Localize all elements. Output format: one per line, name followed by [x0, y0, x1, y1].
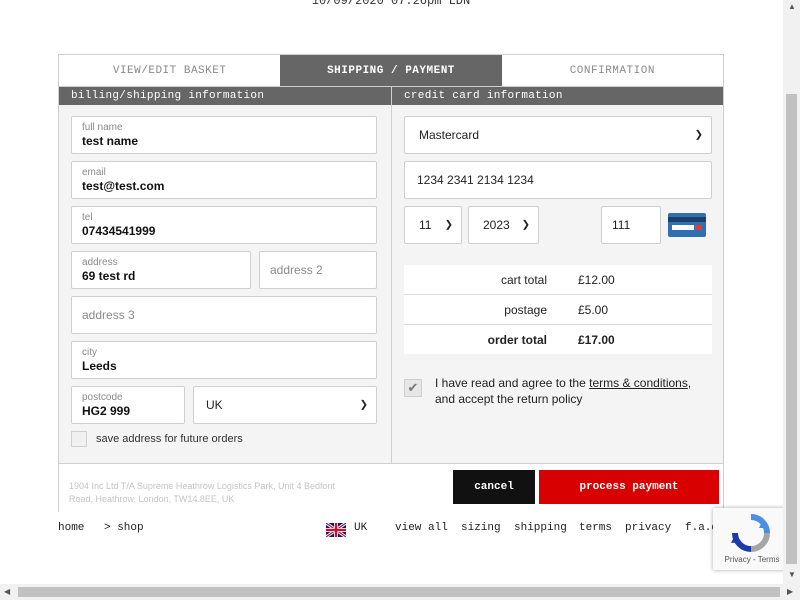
cart-total-row: cart total £12.00	[404, 265, 712, 295]
scroll-up-icon[interactable]: ▲	[788, 2, 796, 11]
card-number-value: 1234 2341 2134 1234	[417, 173, 534, 187]
exp-year-value: 2023	[483, 218, 510, 232]
terms-link[interactable]: terms & conditions	[589, 376, 688, 390]
recaptcha-badge[interactable]: Privacy - Terms	[713, 508, 791, 570]
city-value: Leeds	[82, 359, 117, 373]
process-payment-button[interactable]: process payment	[539, 470, 719, 504]
address-value: 69 test rd	[82, 269, 136, 283]
full-name-field[interactable]: full name test name	[71, 116, 377, 154]
tel-label: tel	[82, 212, 93, 223]
footer-link-privacy[interactable]: privacy	[625, 522, 671, 534]
payment-section: credit card information Mastercard ❯ 123…	[392, 87, 723, 463]
timestamp: 10/09/2020 07:26pm LDN	[311, 0, 471, 8]
payment-heading: credit card information	[392, 87, 723, 105]
cvv-field[interactable]: 111	[601, 206, 661, 244]
uk-flag-icon[interactable]	[325, 521, 347, 539]
checkout-panel: VIEW/EDIT BASKET SHIPPING / PAYMENT CONF…	[58, 54, 724, 512]
save-address-checkbox[interactable]	[71, 431, 87, 447]
address-3-field[interactable]: address 3	[71, 296, 377, 334]
exp-year-select[interactable]: 2023 ❯	[468, 206, 539, 244]
postage-value: £5.00	[578, 302, 609, 317]
checkout-actions: 1904 Inc Ltd T/A Supreme Heathrow Logist…	[59, 463, 723, 512]
city-label: city	[82, 347, 97, 358]
order-totals: cart total £12.00 postage £5.00 order to…	[404, 265, 712, 354]
footer-link-terms[interactable]: terms	[579, 522, 612, 534]
scroll-right-icon[interactable]: ▶	[787, 587, 793, 596]
footer-link-sizing[interactable]: sizing	[461, 522, 501, 534]
site-footer: home > shop UK view all sizing shipping …	[58, 521, 738, 539]
order-total-value: £17.00	[578, 332, 615, 347]
email-value: test@test.com	[82, 179, 165, 193]
terms-checkbox[interactable]: ✔	[404, 379, 422, 397]
tel-field[interactable]: tel 07434541999	[71, 206, 377, 244]
postcode-label: postcode	[82, 392, 123, 403]
tab-confirmation[interactable]: CONFIRMATION	[502, 55, 723, 86]
cart-total-label: cart total	[500, 272, 547, 287]
scroll-left-icon[interactable]: ◀	[4, 587, 10, 596]
check-icon: ✔	[407, 380, 419, 395]
save-address-row: save address for future orders	[71, 431, 243, 447]
cart-total-value: £12.00	[578, 272, 615, 287]
vertical-scroll-thumb[interactable]	[786, 94, 797, 564]
card-number-field[interactable]: 1234 2341 2134 1234	[404, 161, 712, 199]
footer-region[interactable]: UK	[354, 522, 367, 534]
address-2-placeholder: address 2	[270, 263, 323, 277]
footer-home-link[interactable]: home	[58, 522, 84, 534]
tab-shipping-payment[interactable]: SHIPPING / PAYMENT	[280, 55, 502, 86]
horizontal-scroll-thumb[interactable]	[18, 587, 780, 597]
card-type-select[interactable]: Mastercard ❯	[404, 116, 712, 154]
horizontal-scrollbar[interactable]: ◀ ▶	[0, 584, 800, 600]
terms-text: I have read and agree to the terms & con…	[435, 375, 705, 407]
exp-month-value: 11	[419, 218, 432, 232]
vertical-scrollbar[interactable]: ▲ ▼	[783, 0, 800, 584]
company-info: 1904 Inc Ltd T/A Supreme Heathrow Logist…	[69, 481, 335, 504]
country-value: UK	[206, 398, 223, 412]
cancel-button[interactable]: cancel	[453, 470, 535, 504]
postage-label: postage	[504, 302, 547, 317]
country-select[interactable]: UK ❯	[193, 386, 377, 424]
order-total-label: order total	[487, 332, 547, 347]
exp-month-select[interactable]: 11 ❯	[404, 206, 462, 244]
checkout-tabs: VIEW/EDIT BASKET SHIPPING / PAYMENT CONF…	[59, 55, 723, 87]
terms-agree-row: ✔ I have read and agree to the terms & c…	[404, 375, 705, 407]
billing-heading: billing/shipping information	[59, 87, 391, 105]
recaptcha-links[interactable]: Privacy - Terms	[713, 555, 791, 564]
postcode-field[interactable]: postcode HG2 999	[71, 386, 185, 424]
order-total-row: order total £17.00	[404, 325, 712, 354]
card-type-value: Mastercard	[419, 128, 480, 142]
address-2-field[interactable]: address 2	[259, 251, 377, 289]
save-address-label: save address for future orders	[96, 433, 243, 445]
address-field[interactable]: address 69 test rd	[71, 251, 251, 289]
footer-link-view-all[interactable]: view all	[395, 522, 448, 534]
address-label: address	[82, 257, 118, 268]
recaptcha-icon	[730, 513, 772, 553]
postcode-value: HG2 999	[82, 404, 131, 418]
chevron-down-icon: ❯	[694, 129, 703, 141]
email-field[interactable]: email test@test.com	[71, 161, 377, 199]
city-field[interactable]: city Leeds	[71, 341, 377, 379]
postage-row: postage £5.00	[404, 295, 712, 325]
terms-prefix: I have read and agree to the	[435, 376, 590, 390]
billing-section: billing/shipping information full name t…	[59, 87, 392, 463]
tel-value: 07434541999	[82, 224, 156, 238]
cvv-value: 111	[612, 218, 631, 232]
tab-view-edit-basket[interactable]: VIEW/EDIT BASKET	[59, 55, 280, 86]
address-3-placeholder: address 3	[82, 308, 135, 322]
footer-shop-link[interactable]: > shop	[104, 522, 144, 534]
chevron-down-icon: ❯	[521, 219, 530, 231]
full-name-value: test name	[82, 134, 139, 148]
card-back-icon	[668, 213, 706, 237]
full-name-label: full name	[82, 122, 123, 133]
chevron-down-icon: ❯	[359, 399, 368, 411]
footer-link-shipping[interactable]: shipping	[514, 522, 567, 534]
scroll-down-icon[interactable]: ▼	[788, 570, 796, 579]
email-label: email	[82, 167, 106, 178]
chevron-down-icon: ❯	[444, 219, 453, 231]
